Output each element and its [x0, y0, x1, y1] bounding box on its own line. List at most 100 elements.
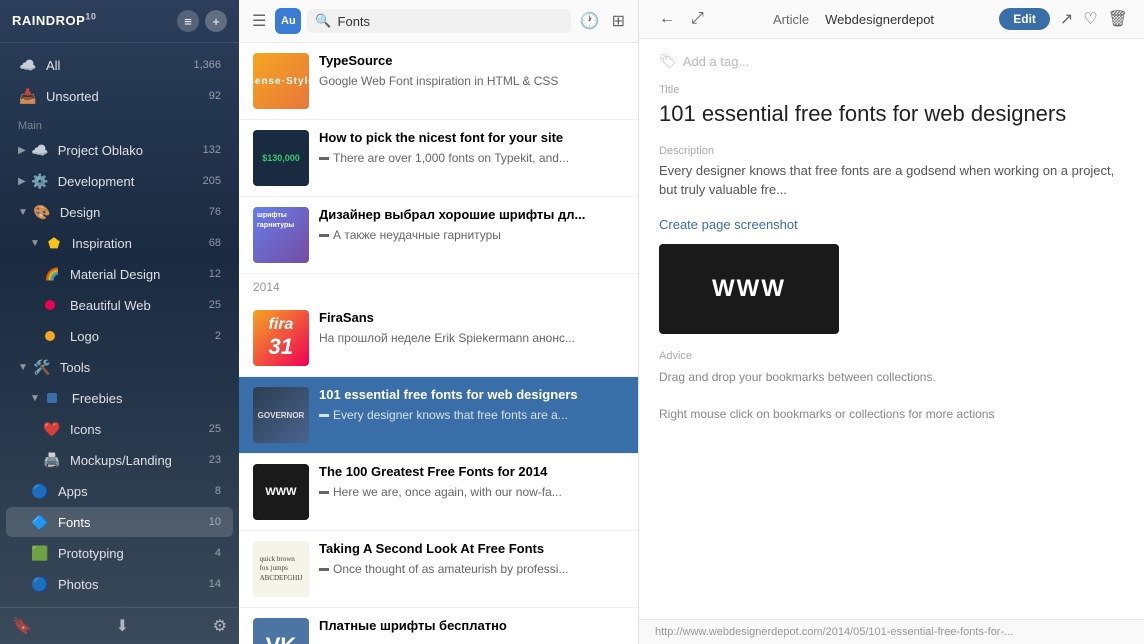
new-collection-button[interactable]: + New collection...: [6, 600, 233, 607]
chevron-right-icon: ▶: [18, 145, 26, 156]
add-button[interactable]: +: [205, 10, 227, 32]
source-icon: ▬: [319, 151, 329, 165]
item-desc-text: Google Web Font inspiration in HTML & CS…: [319, 73, 558, 90]
search-input[interactable]: [338, 14, 563, 29]
sidebar-item-icons[interactable]: ❤️ Icons 25: [6, 414, 233, 444]
preview-www-text: WWW: [712, 275, 786, 303]
item-desc: ▬ А также неудачные гарнитуры: [319, 227, 624, 244]
sidebar-item-label: Beautiful Web: [70, 298, 205, 313]
advice-text-1: Drag and drop your bookmarks between col…: [659, 368, 1124, 387]
item-thumbnail: WWW: [253, 464, 309, 520]
sidebar-item-tools[interactable]: ▼ 🛠️ Tools: [6, 352, 233, 382]
expand-icon[interactable]: ⤢: [687, 8, 708, 30]
cloud-icon: ☁️: [18, 55, 38, 75]
list-item[interactable]: шрифтыгарнитуры Дизайнер выбрал хорошие …: [239, 197, 638, 274]
title-value: 101 essential free fonts for web designe…: [659, 100, 1124, 129]
list-item[interactable]: $130,000 How to pick the nicest font for…: [239, 120, 638, 197]
item-thumbnail: quick brownfox jumpsABCDEFGHIJ: [253, 541, 309, 597]
tab-webdesignerdepot[interactable]: Webdesignerdepot: [825, 10, 934, 29]
delete-icon[interactable]: 🗑: [1108, 9, 1128, 29]
chevron-down-icon: ▼: [30, 238, 40, 249]
sidebar-item-beautiful-web[interactable]: Beautiful Web 25: [6, 290, 233, 320]
item-desc-text: На прошлой неделе Erik Spiekermann анонс…: [319, 330, 575, 347]
sidebar-item-label: Icons: [70, 422, 205, 437]
item-desc: ▬ Every designer knows that free fonts a…: [319, 407, 624, 424]
sidebar-item-unsorted[interactable]: 📥 Unsorted 92: [6, 81, 233, 111]
create-screenshot-link[interactable]: Create page screenshot: [659, 217, 798, 232]
sidebar-item-photos[interactable]: 🔵 Photos 14: [6, 569, 233, 599]
sidebar-item-all[interactable]: ☁️ All 1,366: [6, 50, 233, 80]
download-icon[interactable]: ⬇: [116, 616, 129, 636]
advice-section: Advice Drag and drop your bookmarks betw…: [659, 350, 1124, 424]
menu-button[interactable]: ≡: [177, 10, 199, 32]
list-item[interactable]: quick brownfox jumpsABCDEFGHIJ Taking A …: [239, 531, 638, 608]
item-title: How to pick the nicest font for your sit…: [319, 130, 624, 147]
section-year-2014: 2014: [239, 274, 638, 300]
rainbow-icon: 🌈: [42, 264, 62, 284]
list-item[interactable]: WWW The 100 Greatest Free Fonts for 2014…: [239, 454, 638, 531]
item-title: 101 essential free fonts for web designe…: [319, 387, 624, 404]
favorite-icon[interactable]: ♡: [1083, 9, 1097, 29]
sidebar-item-inspiration[interactable]: ▼ ⬟ Inspiration 68: [6, 228, 233, 258]
tab-article[interactable]: Article: [773, 10, 809, 29]
app-name: RAINDROP10: [12, 13, 96, 28]
sidebar-item-design[interactable]: ▼ 🎨 Design 76: [6, 197, 233, 227]
item-desc-text: А также неудачные гарнитуры: [333, 227, 501, 244]
settings-icon[interactable]: ⚙: [213, 616, 227, 636]
back-icon[interactable]: ←: [655, 8, 679, 30]
sidebar-item-label: Logo: [70, 329, 211, 344]
apps-icon: 🔵: [30, 481, 50, 501]
sidebar-item-freebies[interactable]: ▼ Freebies: [6, 383, 233, 413]
history-icon[interactable]: 🕐: [577, 8, 603, 34]
sidebar-item-fonts[interactable]: 🔷 Fonts 10: [6, 507, 233, 537]
sidebar-item-count: 68: [209, 237, 221, 249]
item-title: Дизайнер выбрал хорошие шрифты дл...: [319, 207, 624, 224]
palette-icon: 🎨: [32, 202, 52, 222]
photos-icon: 🔵: [30, 574, 50, 594]
sidebar-item-label: Unsorted: [46, 89, 205, 104]
tag-placeholder[interactable]: Add a tag...: [683, 54, 750, 69]
list-item[interactable]: Sense·Style TypeSource Google Web Font i…: [239, 43, 638, 120]
thumb-vk: VK: [253, 618, 309, 644]
item-desc-text: Here we are, once again, with our now-fa…: [333, 484, 562, 501]
thumb-designer: шрифтыгарнитуры: [253, 207, 309, 263]
search-box: 🔍: [307, 9, 570, 33]
thumb-secondlook: quick brownfox jumpsABCDEFGHIJ: [253, 541, 309, 597]
sidebar-item-prototyping[interactable]: 🟩 Prototyping 4: [6, 538, 233, 568]
sidebar-item-development[interactable]: ▶ ⚙️ Development 205: [6, 166, 233, 196]
sidebar-item-label: Mockups/Landing: [70, 453, 205, 468]
sidebar-item-mockups[interactable]: 🖨️ Mockups/Landing 23: [6, 445, 233, 475]
sidebar-item-material-design[interactable]: 🌈 Material Design 12: [6, 259, 233, 289]
external-link-icon[interactable]: ↗: [1060, 9, 1073, 29]
item-thumbnail: $130,000: [253, 130, 309, 186]
desc-value: Every designer knows that free fonts are…: [659, 161, 1124, 200]
thumb-governor: GOVERNOR: [253, 387, 309, 443]
item-thumbnail: шрифтыгарнитуры: [253, 207, 309, 263]
chevron-down-icon: ▼: [18, 207, 28, 218]
menu-icon[interactable]: ☰: [249, 8, 269, 34]
item-thumbnail: Sense·Style: [253, 53, 309, 109]
chevron-right-icon: ▶: [18, 176, 26, 187]
sidebar-item-apps[interactable]: 🔵 Apps 8: [6, 476, 233, 506]
sidebar-item-count: 14: [209, 578, 221, 590]
item-content: The 100 Greatest Free Fonts for 2014 ▬ H…: [319, 464, 624, 501]
bookmark-icon[interactable]: 🔖: [12, 616, 32, 636]
grid-view-icon[interactable]: ⊞: [609, 8, 628, 34]
sidebar-item-label: Photos: [58, 577, 205, 592]
sidebar-item-count: 76: [209, 206, 221, 218]
list-item[interactable]: VK Платные шрифты бесплатно: [239, 608, 638, 644]
item-thumbnail: fira31: [253, 310, 309, 366]
sidebar-item-logo[interactable]: Logo 2: [6, 321, 233, 351]
cloud-icon: ☁️: [30, 140, 50, 160]
edit-button[interactable]: Edit: [999, 8, 1050, 30]
thumb-nicestfont: $130,000: [253, 130, 309, 186]
detail-body: 🏷 Add a tag... Title 101 essential free …: [639, 39, 1144, 619]
list-item[interactable]: fira31 FiraSans На прошлой неделе Erik S…: [239, 300, 638, 377]
sidebar-item-count: 25: [209, 423, 221, 435]
sidebar-item-project-oblako[interactable]: ▶ ☁️ Project Oblako 132: [6, 135, 233, 165]
item-desc: ▬ Once thought of as amateurish by profe…: [319, 561, 624, 578]
source-icon: ▬: [319, 485, 329, 499]
list-item-selected[interactable]: GOVERNOR 101 essential free fonts for we…: [239, 377, 638, 454]
grid-blue-icon: [44, 388, 64, 408]
item-content: Дизайнер выбрал хорошие шрифты дл... ▬ А…: [319, 207, 624, 244]
